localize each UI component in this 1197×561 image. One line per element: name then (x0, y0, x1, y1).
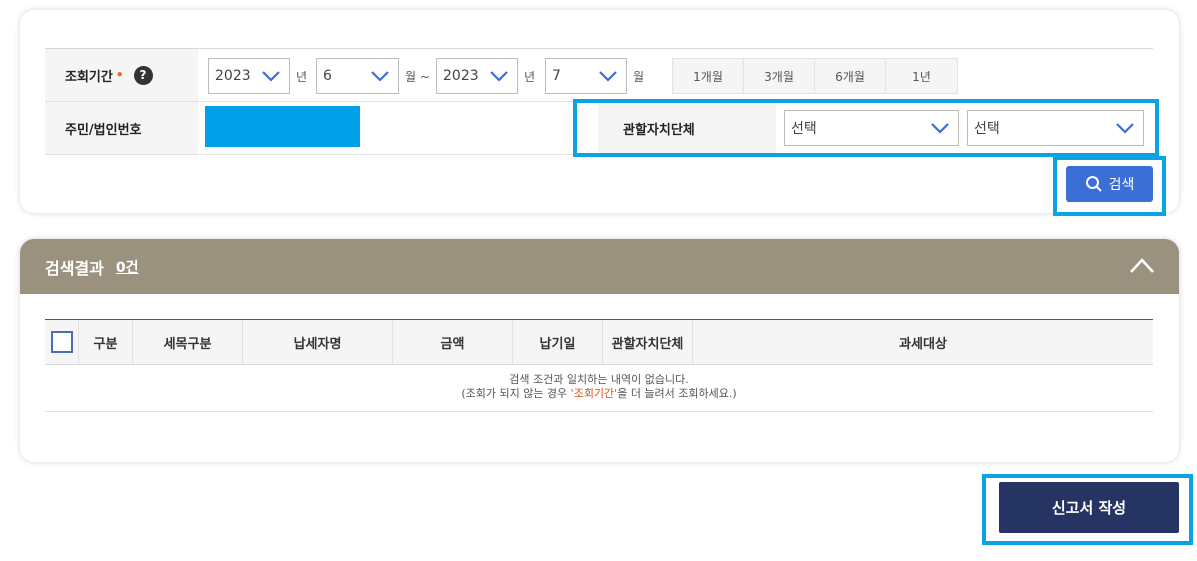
end-month-unit: 월 (633, 70, 645, 84)
search-button[interactable]: 검색 (1066, 166, 1153, 202)
results-header: 검색결과 0건 (20, 239, 1179, 294)
chevron-down-icon (262, 71, 280, 82)
magnifier-icon (1085, 176, 1102, 192)
period-6-month-button[interactable]: 6개월 (815, 59, 886, 93)
id-label: 주민/법인번호 (65, 122, 142, 138)
id-header: 주민/법인번호 (45, 102, 198, 154)
empty-message-line2: (조회가 되지 않는 경우 '조회기간'을 더 늘려서 조회하세요.) (45, 387, 1153, 401)
write-report-button[interactable]: 신고서 작성 (999, 482, 1179, 533)
period-label: 조회기간 (65, 69, 113, 85)
end-year-select[interactable]: 2023 (436, 58, 518, 94)
start-month-unit: 월 ~ (405, 70, 430, 84)
end-month-value: 7 (552, 68, 561, 84)
results-panel: 검색결과 0건 구분 세목구분 납세자명 금액 납기일 관할자치단체 과세대상 … (20, 239, 1179, 462)
chevron-down-icon (490, 71, 508, 82)
jurisdiction-highlight-frame (573, 99, 1159, 157)
period-1-year-button[interactable]: 1년 (886, 59, 957, 93)
start-month-select[interactable]: 6 (316, 58, 399, 94)
end-year-value: 2023 (443, 68, 479, 84)
chevron-down-icon (599, 71, 617, 82)
period-header: 조회기간 • ? (45, 49, 198, 101)
end-year-unit: 년 (524, 70, 536, 84)
end-month-select[interactable]: 7 (545, 58, 627, 94)
col-due-date: 납기일 (513, 320, 603, 364)
period-row: 조회기간 • ? 2023 년 6 월 ~ 2023 년 7 월 1개월 3개월… (45, 49, 1153, 102)
start-year-select[interactable]: 2023 (208, 58, 290, 94)
empty-line2-highlight: '조회기간' (570, 387, 618, 400)
search-button-label: 검색 (1108, 177, 1135, 193)
col-tax-item: 세목구분 (133, 320, 243, 364)
col-amount: 금액 (393, 320, 513, 364)
chevron-up-icon[interactable] (1129, 255, 1155, 277)
chevron-down-icon (371, 71, 389, 82)
empty-message: 검색 조건과 일치하는 내역이 없습니다. (조회가 되지 않는 경우 '조회기… (45, 365, 1153, 412)
start-year-unit: 년 (296, 70, 308, 84)
start-year-value: 2023 (215, 68, 251, 84)
id-number-field[interactable] (205, 106, 360, 147)
empty-message-line1: 검색 조건과 일치하는 내역이 없습니다. (509, 373, 689, 386)
question-circle-icon[interactable]: ? (133, 65, 153, 85)
col-jurisdiction: 관할자치단체 (603, 320, 693, 364)
col-category: 구분 (79, 320, 133, 364)
required-mark: • (115, 68, 124, 82)
col-tax-object: 과세대상 (899, 336, 947, 352)
start-month-value: 6 (323, 68, 332, 84)
period-quick-buttons: 1개월 3개월 6개월 1년 (672, 58, 958, 94)
empty-line2-post: 을 더 늘려서 조회하세요.) (617, 387, 737, 400)
page: 조회기간 • ? 2023 년 6 월 ~ 2023 년 7 월 1개월 3개월… (0, 0, 1197, 561)
results-table-header: 구분 세목구분 납세자명 금액 납기일 관할자치단체 과세대상 (45, 320, 1153, 365)
results-count: 0건 (115, 259, 139, 276)
results-title: 검색결과 (45, 258, 104, 278)
results-table: 구분 세목구분 납세자명 금액 납기일 관할자치단체 과세대상 검색 조건과 일… (45, 319, 1153, 412)
period-3-month-button[interactable]: 3개월 (744, 59, 815, 93)
empty-line2-pre: (조회가 되지 않는 경우 (461, 387, 571, 400)
select-all-checkbox[interactable] (50, 331, 73, 353)
select-all-cell (45, 320, 79, 364)
period-1-month-button[interactable]: 1개월 (673, 59, 744, 93)
col-taxpayer: 납세자명 (243, 320, 393, 364)
